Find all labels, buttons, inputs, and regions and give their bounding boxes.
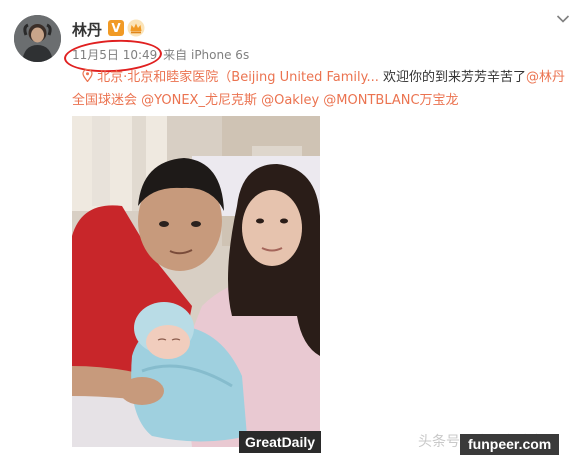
post-source-device[interactable]: iPhone 6s: [191, 48, 249, 62]
user-avatar[interactable]: [14, 15, 61, 62]
username[interactable]: 林丹: [72, 19, 102, 40]
verified-v-icon: V: [108, 20, 124, 36]
location-link[interactable]: 北京·北京和睦家医院（Beijing United Family...: [97, 70, 379, 85]
mention-link[interactable]: @MONTBLANC万宝龙: [323, 93, 458, 108]
mention-link[interactable]: @YONEX_尤尼克斯: [141, 93, 257, 108]
location-pin-icon: [82, 69, 93, 82]
chevron-down-icon[interactable]: [556, 14, 570, 24]
mention-link[interactable]: @Oakley: [261, 93, 319, 108]
post-photo[interactable]: [72, 116, 320, 447]
post-message: 欢迎你的到来芳芳辛苦了: [378, 70, 527, 85]
weibo-post-card: 林丹 V 11月5日 10:49 来自 iPhone 6s 北京·北京和睦家医院…: [0, 0, 580, 455]
post-source-prefix: 来自: [163, 48, 188, 62]
greatdaily-watermark: GreatDaily: [239, 431, 322, 453]
vip-crown-icon: [127, 19, 145, 37]
funpeer-watermark: funpeer.com: [460, 434, 560, 455]
post-text: 北京·北京和睦家医院（Beijing United Family... 欢迎你的…: [72, 66, 577, 112]
